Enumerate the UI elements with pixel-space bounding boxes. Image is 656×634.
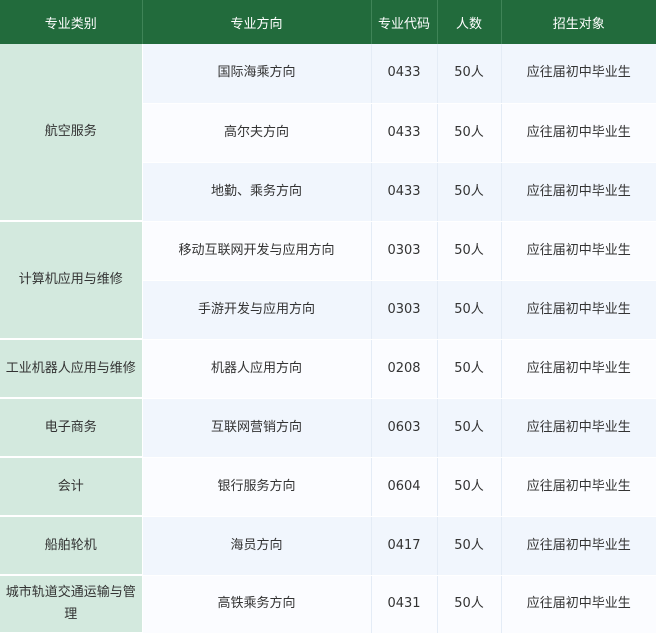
category-cell: 城市轨道交通运输与管理 — [0, 575, 143, 634]
direction-cell: 高尔夫方向 — [142, 103, 372, 163]
target-cell: 应往届初中毕业生 — [501, 280, 656, 340]
direction-cell: 互联网营销方向 — [142, 398, 372, 458]
direction-cell: 机器人应用方向 — [142, 339, 372, 399]
count-cell: 50人 — [437, 575, 502, 634]
direction-cell: 银行服务方向 — [142, 457, 372, 517]
target-cell: 应往届初中毕业生 — [501, 44, 656, 104]
table-row: 工业机器人应用与维修 机器人应用方向 0208 50人 应往届初中毕业生 — [0, 339, 656, 399]
header-category: 专业类别 — [0, 0, 143, 44]
count-cell: 50人 — [437, 339, 502, 399]
code-cell: 0603 — [371, 398, 438, 458]
target-cell: 应往届初中毕业生 — [501, 339, 656, 399]
table-header: 专业类别 专业方向 专业代码 人数 招生对象 — [0, 0, 656, 44]
target-cell: 应往届初中毕业生 — [501, 575, 656, 634]
direction-cell: 海员方向 — [142, 516, 372, 576]
code-cell: 0604 — [371, 457, 438, 517]
target-cell: 应往届初中毕业生 — [501, 103, 656, 163]
count-cell: 50人 — [437, 44, 502, 104]
direction-cell: 手游开发与应用方向 — [142, 280, 372, 340]
code-cell: 0417 — [371, 516, 438, 576]
table-row: 会计 银行服务方向 0604 50人 应往届初中毕业生 — [0, 457, 656, 517]
table-row: 计算机应用与维修 移动互联网开发与应用方向 0303 50人 应往届初中毕业生 — [0, 221, 656, 340]
code-cell: 0303 — [371, 221, 438, 281]
header-count: 人数 — [437, 0, 502, 44]
direction-cell: 高铁乘务方向 — [142, 575, 372, 634]
target-cell: 应往届初中毕业生 — [501, 162, 656, 222]
direction-cell: 地勤、乘务方向 — [142, 162, 372, 222]
code-cell: 0303 — [371, 280, 438, 340]
code-cell: 0433 — [371, 44, 438, 104]
header-target: 招生对象 — [501, 0, 656, 44]
table-row: 船舶轮机 海员方向 0417 50人 应往届初中毕业生 — [0, 516, 656, 576]
code-cell: 0433 — [371, 103, 438, 163]
target-cell: 应往届初中毕业生 — [501, 457, 656, 517]
code-cell: 0431 — [371, 575, 438, 634]
target-cell: 应往届初中毕业生 — [501, 221, 656, 281]
direction-cell: 国际海乘方向 — [142, 44, 372, 104]
count-cell: 50人 — [437, 398, 502, 458]
category-cell: 会计 — [0, 457, 143, 517]
category-cell: 工业机器人应用与维修 — [0, 339, 143, 399]
header-code: 专业代码 — [371, 0, 438, 44]
code-cell: 0433 — [371, 162, 438, 222]
category-cell: 航空服务 — [0, 44, 143, 222]
table-row: 航空服务 国际海乘方向 0433 50人 应往届初中毕业生 — [0, 44, 656, 222]
count-cell: 50人 — [437, 103, 502, 163]
header-direction: 专业方向 — [142, 0, 372, 44]
enrollment-table: 专业类别 专业方向 专业代码 人数 招生对象 航空服务 国际海乘方向 0433 … — [0, 0, 656, 634]
count-cell: 50人 — [437, 280, 502, 340]
count-cell: 50人 — [437, 221, 502, 281]
count-cell: 50人 — [437, 457, 502, 517]
count-cell: 50人 — [437, 516, 502, 576]
direction-cell: 移动互联网开发与应用方向 — [142, 221, 372, 281]
target-cell: 应往届初中毕业生 — [501, 516, 656, 576]
table-body: 航空服务 国际海乘方向 0433 50人 应往届初中毕业生 高尔夫方向 0433… — [0, 44, 656, 634]
count-cell: 50人 — [437, 162, 502, 222]
category-cell: 电子商务 — [0, 398, 143, 458]
table-row: 城市轨道交通运输与管理 高铁乘务方向 0431 50人 应往届初中毕业生 — [0, 575, 656, 634]
target-cell: 应往届初中毕业生 — [501, 398, 656, 458]
table-row: 电子商务 互联网营销方向 0603 50人 应往届初中毕业生 — [0, 398, 656, 458]
category-cell: 计算机应用与维修 — [0, 221, 143, 340]
category-cell: 船舶轮机 — [0, 516, 143, 576]
header-row: 专业类别 专业方向 专业代码 人数 招生对象 — [0, 0, 656, 44]
code-cell: 0208 — [371, 339, 438, 399]
